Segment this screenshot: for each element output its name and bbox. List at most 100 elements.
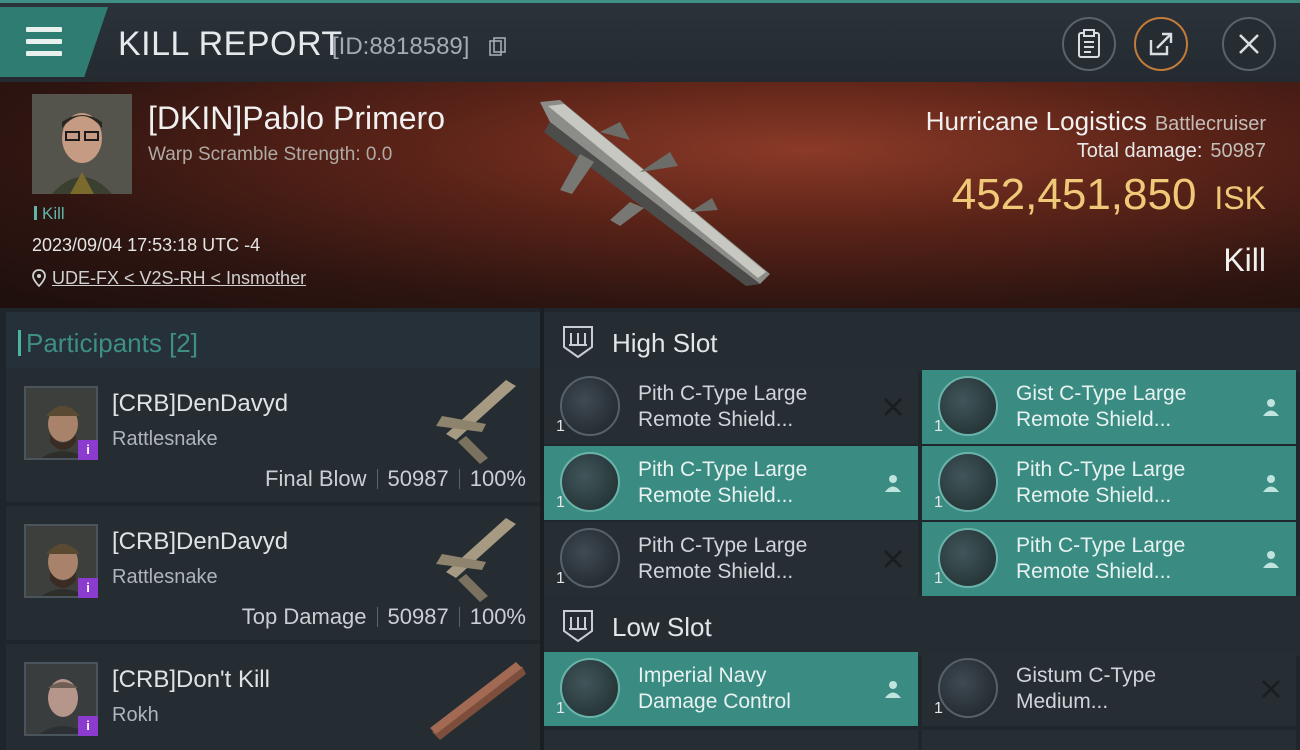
location-link[interactable]: UDE-FX < V2S-RH < Insmother <box>52 268 306 288</box>
fitting-panel: High Slot 1 Pith C-Type Large Remote Shi… <box>544 308 1300 750</box>
module-name-line2: Remote Shield... <box>638 484 794 507</box>
participant-ship-image <box>436 380 516 464</box>
header-bar: KILL REPORT [ID:8818589] <box>0 0 1300 82</box>
pilot-icon <box>1263 551 1279 568</box>
thruster-module-icon <box>938 658 998 718</box>
ship-class: Battlecruiser <box>1154 113 1266 135</box>
pilot-icon <box>885 475 901 492</box>
kill-result: Kill <box>1223 242 1266 278</box>
menu-button[interactable] <box>0 7 108 77</box>
participant-role: Final Blow <box>265 466 367 491</box>
share-button[interactable] <box>1134 17 1188 71</box>
report-id: [ID:8818589] <box>332 33 470 60</box>
module-quantity: 1 <box>556 418 565 435</box>
clipboard-button[interactable] <box>1062 17 1116 71</box>
destroyed-icon <box>1262 680 1280 698</box>
module-slot[interactable]: 1 Pith C-Type Large Remote Shield... <box>544 522 918 596</box>
module-slot[interactable]: 1 Gist C-Type Large Remote Shield... <box>922 370 1296 444</box>
participant-row[interactable]: i [CRB]DenDavyd Rattlesnake Final Blow 50… <box>6 368 540 502</box>
module-name-line2: Remote Shield... <box>1016 408 1172 431</box>
participant-name: [CRB]Don't Kill <box>112 666 270 693</box>
module-slot[interactable]: 1 Pith C-Type Large Remote Shield... <box>922 522 1296 596</box>
shield-module-icon <box>560 452 620 512</box>
page-title: KILL REPORT <box>118 25 343 63</box>
module-slot[interactable]: 1 Pith C-Type Large Remote Shield... <box>544 370 918 444</box>
module-name-line2: Damage Control <box>638 690 791 713</box>
participant-damage: 50987 <box>387 466 449 491</box>
module-name: Gist C-Type Large <box>1016 382 1187 405</box>
high-slot-header: High Slot <box>544 312 1300 372</box>
destroyed-icon <box>884 550 902 568</box>
low-slot-header: Low Slot <box>544 596 1300 656</box>
high-slot-icon <box>563 326 593 359</box>
victim-hero: [DKIN]Pablo Primero Warp Scramble Streng… <box>0 82 1300 308</box>
participant-name: [CRB]DenDavyd <box>112 528 289 555</box>
participant-badge: i <box>78 716 98 736</box>
clipboard-icon <box>1078 29 1100 58</box>
participant-row[interactable]: i [CRB]Don't Kill Rokh <box>6 644 540 750</box>
module-slot[interactable]: 1 Imperial Navy Damage Control <box>544 652 918 726</box>
module-name-line2: Remote Shield... <box>638 560 794 583</box>
module-slot-partial[interactable] <box>544 730 918 750</box>
module-quantity: 1 <box>556 494 565 511</box>
module-name-line2: Remote Shield... <box>1016 484 1172 507</box>
participant-percent: 100% <box>469 604 526 629</box>
module-slot-partial[interactable] <box>922 730 1296 750</box>
isk-unit: ISK <box>1214 180 1266 216</box>
kill-timestamp: 2023/09/04 17:53:18 UTC -4 <box>32 235 261 255</box>
module-name-line2: Remote Shield... <box>1016 560 1172 583</box>
shield-module-icon <box>938 452 998 512</box>
module-slot[interactable]: 1 Gistum C-Type Medium... <box>922 652 1296 726</box>
module-name: Pith C-Type Large <box>1016 458 1186 481</box>
participants-panel: Participants [2] i [CRB]DenDavyd Rattles… <box>0 308 540 750</box>
destroyed-icon <box>884 398 902 416</box>
share-icon <box>1149 32 1173 56</box>
participant-ship-image <box>436 518 516 602</box>
kill-tag: Kill <box>34 204 65 224</box>
participant-badge: i <box>78 440 98 460</box>
participant-ship: Rattlesnake <box>112 566 218 588</box>
participant-stats: Final Blow 50987 100% <box>265 466 526 492</box>
module-name-line2: Remote Shield... <box>638 408 794 431</box>
close-button[interactable] <box>1222 17 1276 71</box>
victim-name[interactable]: [DKIN]Pablo Primero <box>148 100 445 137</box>
module-name-line2: Medium... <box>1016 690 1109 713</box>
total-damage: Total damage: 50987 <box>1076 140 1266 162</box>
participant-stats: Top Damage 50987 100% <box>242 604 526 630</box>
pilot-icon <box>1263 475 1279 492</box>
menu-icon <box>26 27 62 56</box>
warp-scramble-strength: Warp Scramble Strength: 0.0 <box>148 144 393 165</box>
module-quantity: 1 <box>556 570 565 587</box>
participant-percent: 100% <box>469 466 526 491</box>
low-slot-icon <box>563 610 593 643</box>
copy-icon[interactable] <box>489 37 507 57</box>
module-slot[interactable]: 1 Pith C-Type Large Remote Shield... <box>922 446 1296 520</box>
ship-name: Hurricane Logistics Battlecruiser <box>925 106 1266 136</box>
shield-module-icon <box>938 528 998 588</box>
module-quantity: 1 <box>934 700 943 717</box>
location-pin-icon <box>32 269 46 288</box>
shield-module-icon <box>938 376 998 436</box>
isk-value: 452,451,850 ISK <box>951 170 1266 219</box>
module-name: Imperial Navy <box>638 664 767 687</box>
module-name: Gistum C-Type <box>1016 664 1157 687</box>
participant-role: Top Damage <box>241 604 367 629</box>
pilot-icon <box>1263 399 1279 416</box>
module-name: Pith C-Type Large <box>1016 534 1186 557</box>
kill-location[interactable]: UDE-FX < V2S-RH < Insmother <box>32 268 306 289</box>
module-slot[interactable]: 1 Pith C-Type Large Remote Shield... <box>544 446 918 520</box>
total-damage-value: 50987 <box>1210 140 1266 162</box>
participant-ship: Rokh <box>112 704 159 726</box>
participant-row[interactable]: i [CRB]DenDavyd Rattlesnake Top Damage 50… <box>6 506 540 640</box>
module-name: Pith C-Type Large <box>638 534 808 557</box>
module-quantity: 1 <box>556 700 565 717</box>
participant-ship-image <box>430 662 526 740</box>
damage-control-icon <box>560 658 620 718</box>
victim-ship-image <box>540 100 770 286</box>
close-icon <box>1239 34 1259 54</box>
pilot-icon <box>885 681 901 698</box>
participants-title: Participants [2] <box>18 328 198 358</box>
participant-badge: i <box>78 578 98 598</box>
participant-name: [CRB]DenDavyd <box>112 390 289 417</box>
participant-ship: Rattlesnake <box>112 428 218 450</box>
